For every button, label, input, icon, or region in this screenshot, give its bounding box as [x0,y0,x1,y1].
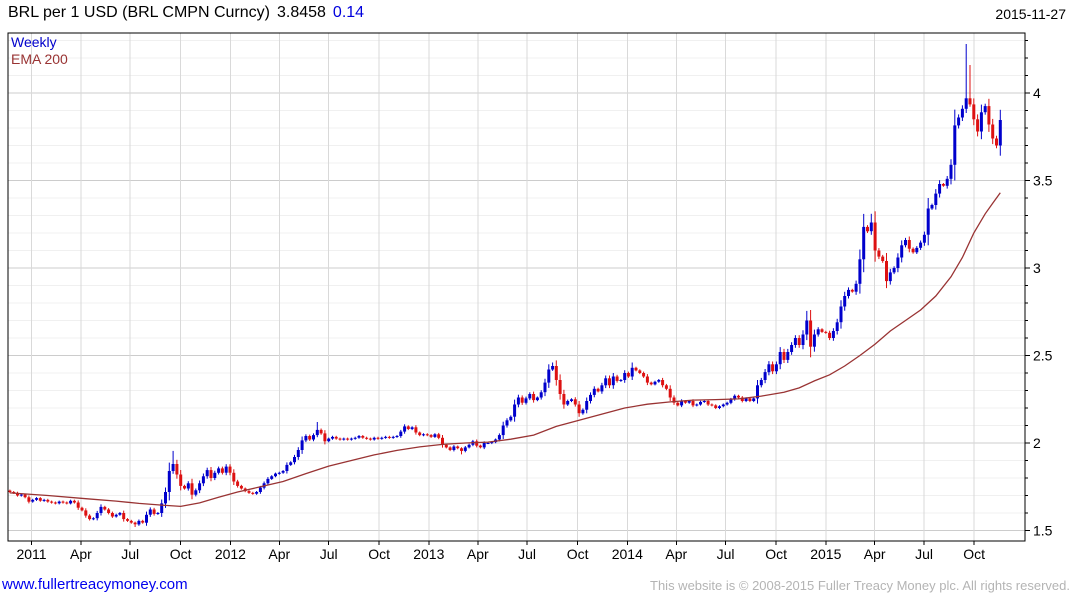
x-axis-tick-label: Apr [864,546,886,562]
x-axis-tick-label: Apr [268,546,290,562]
chart-title: BRL per 1 USD (BRL CMPN Curncy) 3.8458 0.1… [8,4,364,22]
grid-lines [8,33,1025,541]
y-axis-tick-label: 1.5 [1033,523,1053,539]
y-axis-tick-label: 3.5 [1033,173,1053,189]
ema-line [10,193,1000,507]
instrument-name: BRL per 1 USD (BRL CMPN Curncy) [8,4,270,21]
x-axis-tick-label: Apr [70,546,92,562]
axis-labels: 4 3.5 3 2.5 2 1.5 2011 Apr Jul Oct 2012 Apr Jul Oct 20… [16,85,1052,562]
y-axis-tick-label: 3 [1033,260,1041,276]
page-footer: www.fullertreacymoney.com This website i… [0,574,1075,598]
site-link[interactable]: www.fullertreacymoney.com [2,576,188,593]
x-axis-tick-label: Apr [467,546,489,562]
x-axis-tick-label: 2015 [810,546,841,562]
x-axis-tick-label: Oct [368,546,390,562]
x-axis-tick-label: Oct [765,546,787,562]
copyright-text: This website is © 2008-2015 Fuller Treac… [650,578,1070,593]
x-axis-tick-label: Oct [170,546,192,562]
x-axis-tick-label: Jul [915,546,933,562]
x-axis-tick-label: Jul [320,546,338,562]
x-axis-tick-label: Jul [121,546,139,562]
last-price: 3.8458 [277,4,326,21]
price-change: 0.14 [333,4,364,21]
legend-weekly-label: Weekly [11,34,68,51]
x-axis-tick-label: 2014 [612,546,643,562]
chart-canvas: 4 3.5 3 2.5 2 1.5 2011 Apr Jul Oct 2012 Apr Jul Oct 20… [0,0,1075,600]
y-axis-tick-label: 2 [1033,435,1041,451]
chart-date: 2015-11-27 [995,6,1066,22]
x-axis-tick-label: Oct [963,546,985,562]
x-axis-tick-label: 2011 [16,546,46,562]
x-axis-tick-label: Jul [518,546,536,562]
price-chart[interactable]: 4 3.5 3 2.5 2 1.5 2011 Apr Jul Oct 2012 Apr Jul Oct 20… [0,0,1075,600]
chart-header: BRL per 1 USD (BRL CMPN Curncy) 3.8458 0.1… [0,0,1075,28]
chart-legend: Weekly EMA 200 [11,34,68,68]
axes [8,33,1030,545]
x-axis-tick-label: 2012 [215,546,246,562]
y-axis-tick-label: 2.5 [1033,348,1053,364]
legend-ema-label: EMA 200 [11,51,68,68]
y-axis-tick-label: 4 [1033,85,1041,101]
x-axis-tick-label: Oct [567,546,589,562]
x-axis-tick-label: 2013 [413,546,444,562]
x-axis-tick-label: Jul [717,546,735,562]
x-axis-tick-label: Apr [665,546,687,562]
